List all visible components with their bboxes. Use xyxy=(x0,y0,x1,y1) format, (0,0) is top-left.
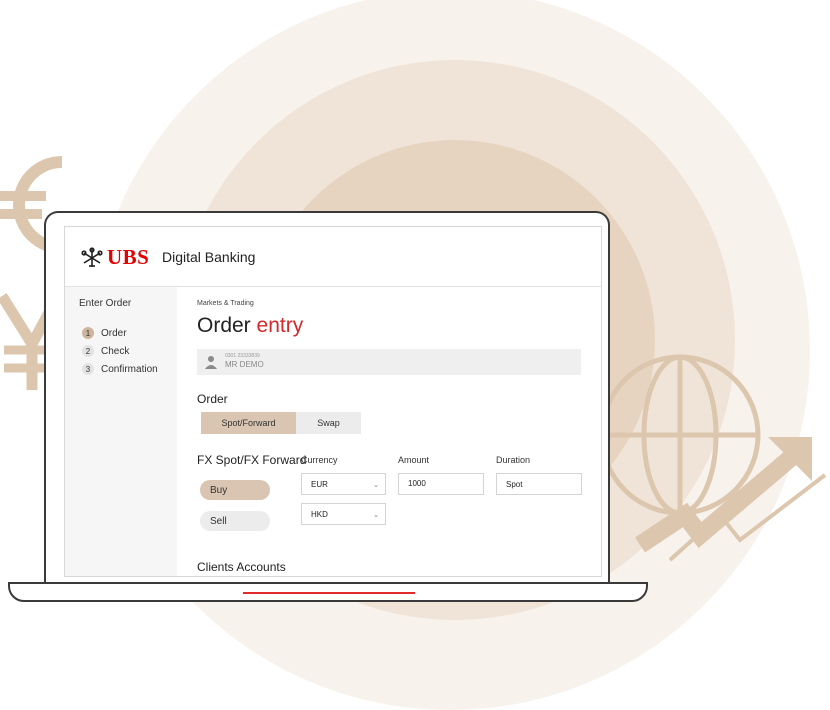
duration-label: Duration xyxy=(496,455,531,465)
step-check[interactable]: 2 Check xyxy=(82,342,158,360)
amount-label: Amount xyxy=(398,455,430,465)
step-confirmation[interactable]: 3 Confirmation xyxy=(82,360,158,378)
order-type-swap-button[interactable]: Swap xyxy=(296,412,361,434)
step-label: Confirmation xyxy=(101,363,158,375)
step-label: Check xyxy=(101,345,130,357)
step-number: 2 xyxy=(82,345,94,357)
step-order[interactable]: 1 Order xyxy=(82,324,158,342)
step-number: 3 xyxy=(82,363,94,375)
brand-subtitle: Digital Banking xyxy=(162,249,256,265)
amount-value: 1000 xyxy=(408,479,426,488)
amount-input[interactable]: 1000 xyxy=(398,473,484,495)
currency-select-2[interactable]: HKD ⌄ xyxy=(301,503,386,525)
chevron-down-icon: ⌄ xyxy=(373,482,379,489)
order-steps-sidebar: Enter Order 1 Order 2 Check 3 Confirmati… xyxy=(65,287,177,576)
currency-label: Currency xyxy=(301,455,338,465)
step-list: 1 Order 2 Check 3 Confirmation xyxy=(82,324,158,378)
sidebar-title: Enter Order xyxy=(79,298,132,309)
client-name: MR DEMO xyxy=(225,360,264,369)
brand-name: UBS xyxy=(107,245,150,269)
laptop-base-accent xyxy=(243,592,415,594)
order-type-spot-forward-button[interactable]: Spot/Forward xyxy=(201,412,296,434)
client-selector[interactable]: 0301 23333839 MR DEMO xyxy=(197,349,581,375)
order-section-heading: Order xyxy=(197,392,228,406)
app-screen: UBS Digital Banking Enter Order 1 Order … xyxy=(64,226,602,577)
chevron-down-icon: ⌄ xyxy=(373,512,379,519)
step-number: 1 xyxy=(82,327,94,339)
step-label: Order xyxy=(101,327,127,339)
order-type-toggle: Spot/Forward Swap xyxy=(201,412,361,434)
currency-value-2: HKD xyxy=(311,509,328,519)
order-entry-form: Markets & Trading Order entry 0301 23333… xyxy=(197,287,587,576)
client-id: 0301 23333839 xyxy=(225,353,260,359)
currency-select-1[interactable]: EUR ⌄ xyxy=(301,473,386,495)
duration-input[interactable]: Spot xyxy=(496,473,582,495)
duration-value: Spot xyxy=(506,479,523,489)
clients-accounts-heading: Clients Accounts xyxy=(197,560,286,574)
page-title-accent: entry xyxy=(256,314,304,337)
breadcrumb[interactable]: Markets & Trading xyxy=(197,300,254,307)
currency-value-1: EUR xyxy=(311,479,328,489)
buy-button[interactable]: Buy xyxy=(200,480,270,500)
user-icon xyxy=(205,356,217,369)
sell-button[interactable]: Sell xyxy=(200,511,270,531)
ubs-logo[interactable]: UBS xyxy=(81,245,149,270)
fx-section-heading: FX Spot/FX Forward xyxy=(197,453,307,467)
globe-trend-icon xyxy=(600,354,827,562)
page-title: Order entry xyxy=(197,314,303,338)
page-title-main: Order xyxy=(197,314,251,337)
ubs-keys-icon xyxy=(81,246,103,267)
app-header: UBS Digital Banking xyxy=(65,227,601,287)
